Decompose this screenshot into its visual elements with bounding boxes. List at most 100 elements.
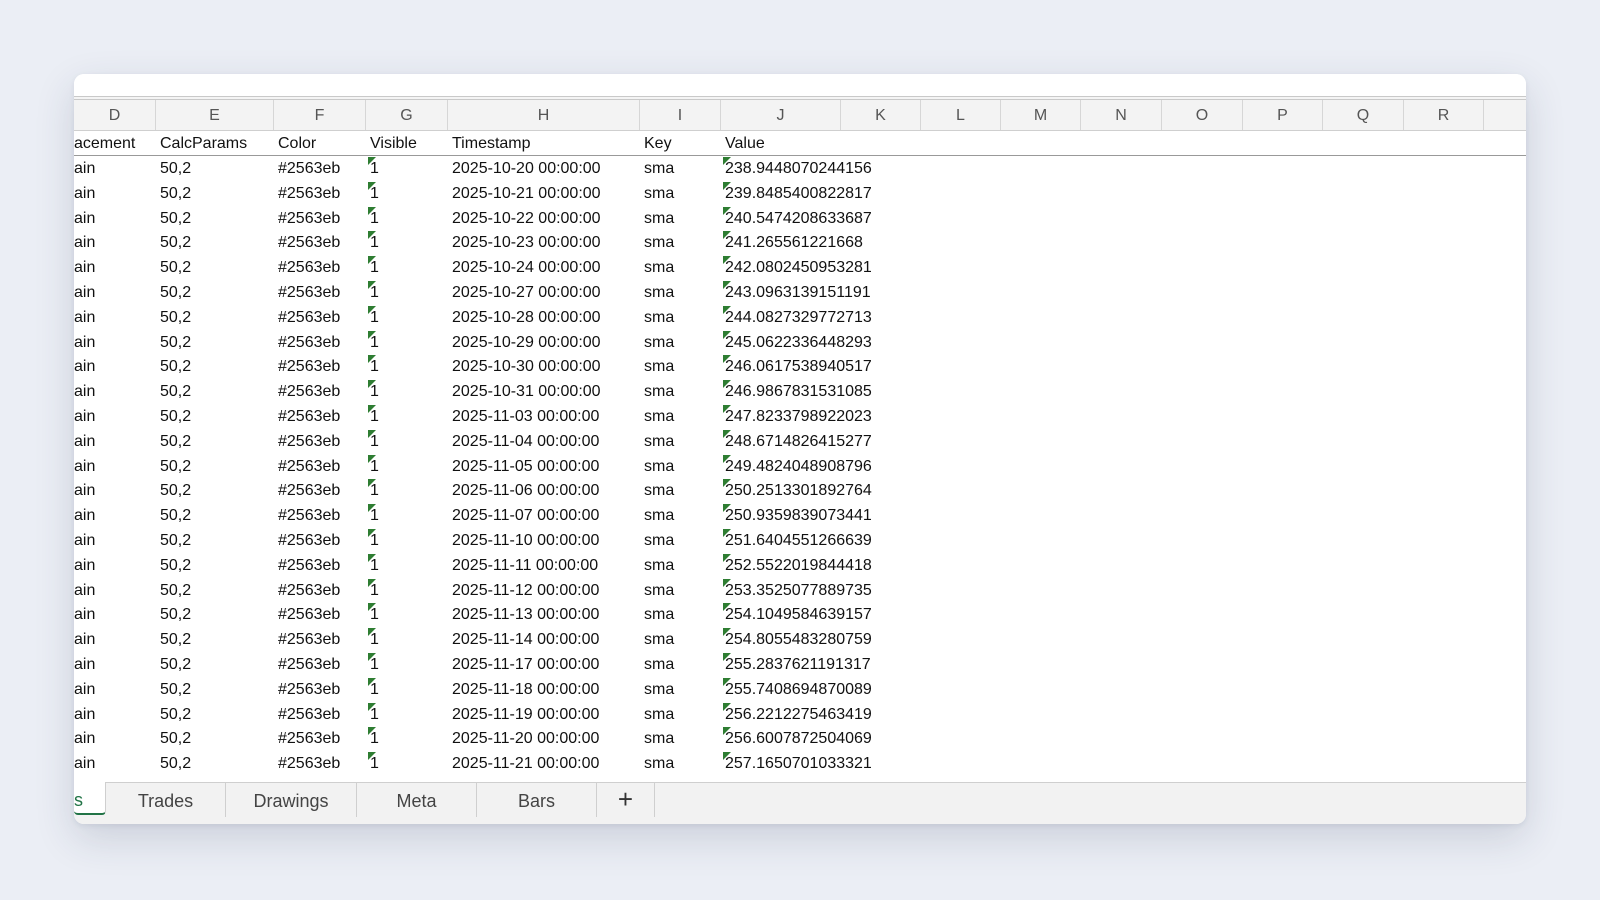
cell-value[interactable]: 246.0617538940517 <box>725 354 872 379</box>
cell-color[interactable]: #2563eb <box>278 429 340 454</box>
cell-calcparams[interactable]: 50,2 <box>160 206 191 231</box>
cell-timestamp[interactable]: 2025-11-06 00:00:00 <box>452 478 599 503</box>
cell-key[interactable]: sma <box>644 503 674 528</box>
cell-color[interactable]: #2563eb <box>278 751 340 776</box>
cell-calcparams[interactable]: 50,2 <box>160 330 191 355</box>
cell-key[interactable]: sma <box>644 379 674 404</box>
cell-timestamp[interactable]: 2025-11-10 00:00:00 <box>452 528 599 553</box>
cell-value[interactable]: 253.3525077889735 <box>725 578 872 603</box>
cell-placement[interactable]: ain <box>74 379 95 404</box>
cell-timestamp[interactable]: 2025-11-18 00:00:00 <box>452 677 599 702</box>
cell-calcparams[interactable]: 50,2 <box>160 181 191 206</box>
column-header-e[interactable]: E <box>156 100 274 130</box>
cell-calcparams[interactable]: 50,2 <box>160 602 191 627</box>
cell-key[interactable]: sma <box>644 454 674 479</box>
cell-key[interactable]: sma <box>644 553 674 578</box>
cell-color[interactable]: #2563eb <box>278 503 340 528</box>
cell-color[interactable]: #2563eb <box>278 652 340 677</box>
cell-key[interactable]: sma <box>644 330 674 355</box>
column-header-o[interactable]: O <box>1162 100 1243 130</box>
header-cell-placement[interactable]: acement <box>74 130 135 156</box>
column-header-p[interactable]: P <box>1243 100 1323 130</box>
column-header-h[interactable]: H <box>448 100 640 130</box>
cell-placement[interactable]: ain <box>74 751 95 776</box>
cell-color[interactable]: #2563eb <box>278 627 340 652</box>
cell-value[interactable]: 238.9448070244156 <box>725 156 872 181</box>
cell-calcparams[interactable]: 50,2 <box>160 751 191 776</box>
cell-color[interactable]: #2563eb <box>278 330 340 355</box>
cell-color[interactable]: #2563eb <box>278 305 340 330</box>
cell-placement[interactable]: ain <box>74 156 95 181</box>
cell-timestamp[interactable]: 2025-11-03 00:00:00 <box>452 404 599 429</box>
cell-value[interactable]: 254.1049584639157 <box>725 602 872 627</box>
cell-color[interactable]: #2563eb <box>278 553 340 578</box>
cell-color[interactable]: #2563eb <box>278 478 340 503</box>
header-cell-timestamp[interactable]: Timestamp <box>452 130 531 156</box>
cell-calcparams[interactable]: 50,2 <box>160 379 191 404</box>
cell-value[interactable]: 242.0802450953281 <box>725 255 872 280</box>
cell-timestamp[interactable]: 2025-11-17 00:00:00 <box>452 652 599 677</box>
cell-value[interactable]: 240.5474208633687 <box>725 206 872 231</box>
cell-value[interactable]: 256.6007872504069 <box>725 726 872 751</box>
cell-color[interactable]: #2563eb <box>278 280 340 305</box>
cell-calcparams[interactable]: 50,2 <box>160 503 191 528</box>
cell-calcparams[interactable]: 50,2 <box>160 726 191 751</box>
cell-timestamp[interactable]: 2025-11-21 00:00:00 <box>452 751 599 776</box>
cell-color[interactable]: #2563eb <box>278 578 340 603</box>
column-header-m[interactable]: M <box>1001 100 1081 130</box>
cell-value[interactable]: 248.6714826415277 <box>725 429 872 454</box>
cell-color[interactable]: #2563eb <box>278 255 340 280</box>
header-cell-calcparams[interactable]: CalcParams <box>160 130 247 156</box>
cell-calcparams[interactable]: 50,2 <box>160 429 191 454</box>
cell-key[interactable]: sma <box>644 478 674 503</box>
cell-calcparams[interactable]: 50,2 <box>160 404 191 429</box>
column-header-r[interactable]: R <box>1404 100 1484 130</box>
cell-color[interactable]: #2563eb <box>278 206 340 231</box>
cell-timestamp[interactable]: 2025-10-21 00:00:00 <box>452 181 601 206</box>
column-header-f[interactable]: F <box>274 100 366 130</box>
cell-calcparams[interactable]: 50,2 <box>160 677 191 702</box>
sheet-tab-meta[interactable]: Meta <box>357 783 477 817</box>
cell-value[interactable]: 246.9867831531085 <box>725 379 872 404</box>
cell-placement[interactable]: ain <box>74 602 95 627</box>
cell-timestamp[interactable]: 2025-11-19 00:00:00 <box>452 702 599 727</box>
cell-color[interactable]: #2563eb <box>278 404 340 429</box>
cell-key[interactable]: sma <box>644 206 674 231</box>
cell-timestamp[interactable]: 2025-10-27 00:00:00 <box>452 280 601 305</box>
cell-key[interactable]: sma <box>644 305 674 330</box>
cell-placement[interactable]: ain <box>74 206 95 231</box>
cell-color[interactable]: #2563eb <box>278 702 340 727</box>
cell-value[interactable]: 250.9359839073441 <box>725 503 872 528</box>
cell-timestamp[interactable]: 2025-10-23 00:00:00 <box>452 230 601 255</box>
add-sheet-button[interactable]: + <box>597 783 655 817</box>
cell-value[interactable]: 247.8233798922023 <box>725 404 872 429</box>
cell-placement[interactable]: ain <box>74 627 95 652</box>
cell-timestamp[interactable]: 2025-10-29 00:00:00 <box>452 330 601 355</box>
cell-timestamp[interactable]: 2025-11-05 00:00:00 <box>452 454 599 479</box>
cell-placement[interactable]: ain <box>74 702 95 727</box>
cell-key[interactable]: sma <box>644 181 674 206</box>
header-cell-color[interactable]: Color <box>278 130 316 156</box>
cell-timestamp[interactable]: 2025-11-20 00:00:00 <box>452 726 599 751</box>
cell-placement[interactable]: ain <box>74 429 95 454</box>
cell-value[interactable]: 244.0827329772713 <box>725 305 872 330</box>
cell-calcparams[interactable]: 50,2 <box>160 553 191 578</box>
cell-placement[interactable]: ain <box>74 305 95 330</box>
cell-placement[interactable]: ain <box>74 553 95 578</box>
cell-calcparams[interactable]: 50,2 <box>160 305 191 330</box>
cell-color[interactable]: #2563eb <box>278 230 340 255</box>
cell-calcparams[interactable]: 50,2 <box>160 156 191 181</box>
cell-key[interactable]: sma <box>644 578 674 603</box>
cell-key[interactable]: sma <box>644 280 674 305</box>
cell-timestamp[interactable]: 2025-10-30 00:00:00 <box>452 354 601 379</box>
cell-key[interactable]: sma <box>644 354 674 379</box>
cell-key[interactable]: sma <box>644 751 674 776</box>
cell-color[interactable]: #2563eb <box>278 379 340 404</box>
column-header-i[interactable]: I <box>640 100 721 130</box>
cell-value[interactable]: 249.4824048908796 <box>725 454 872 479</box>
cell-timestamp[interactable]: 2025-11-11 00:00:00 <box>452 553 598 578</box>
cell-placement[interactable]: ain <box>74 280 95 305</box>
cell-color[interactable]: #2563eb <box>278 354 340 379</box>
cell-key[interactable]: sma <box>644 702 674 727</box>
cell-calcparams[interactable]: 50,2 <box>160 280 191 305</box>
